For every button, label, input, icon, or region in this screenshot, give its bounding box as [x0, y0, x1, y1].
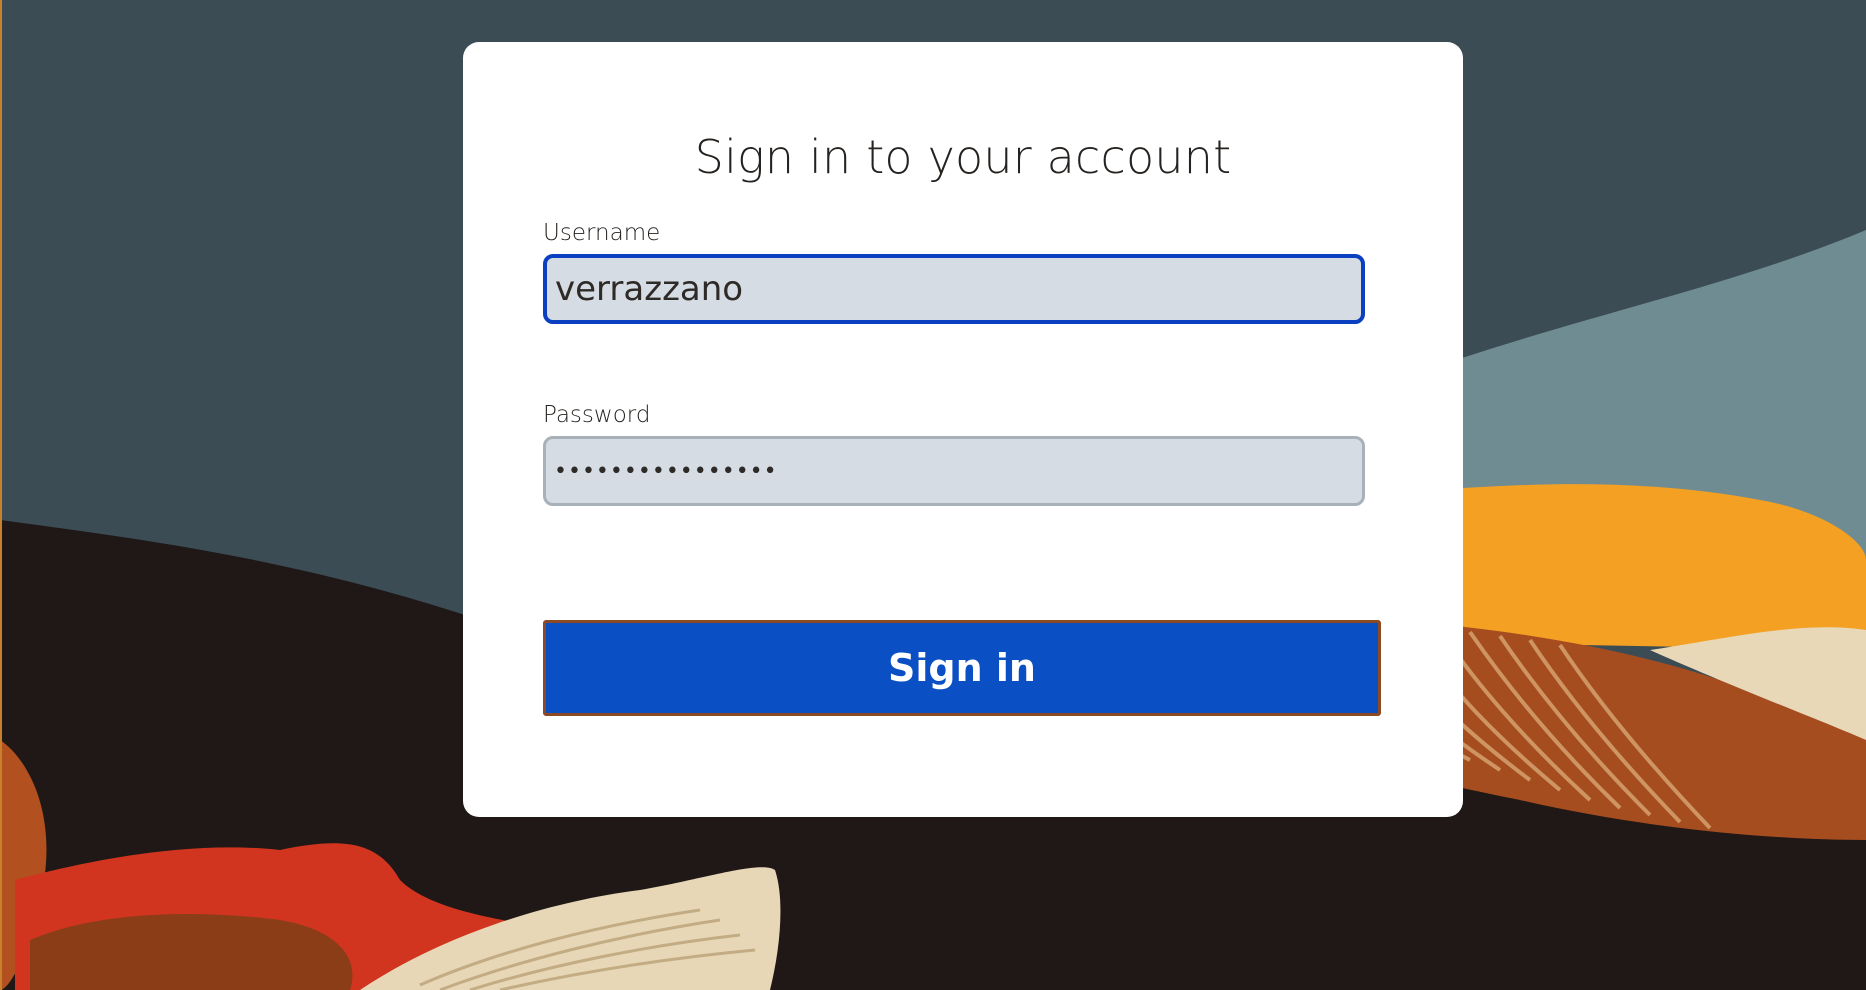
login-card: Sign in to your account Username Passwor…: [463, 42, 1463, 817]
page-title: Sign in to your account: [694, 130, 1232, 184]
username-input[interactable]: [543, 254, 1365, 324]
sign-in-button[interactable]: Sign in: [543, 620, 1381, 716]
password-input[interactable]: [543, 436, 1365, 506]
username-label: Username: [543, 220, 661, 246]
password-label: Password: [543, 402, 651, 428]
